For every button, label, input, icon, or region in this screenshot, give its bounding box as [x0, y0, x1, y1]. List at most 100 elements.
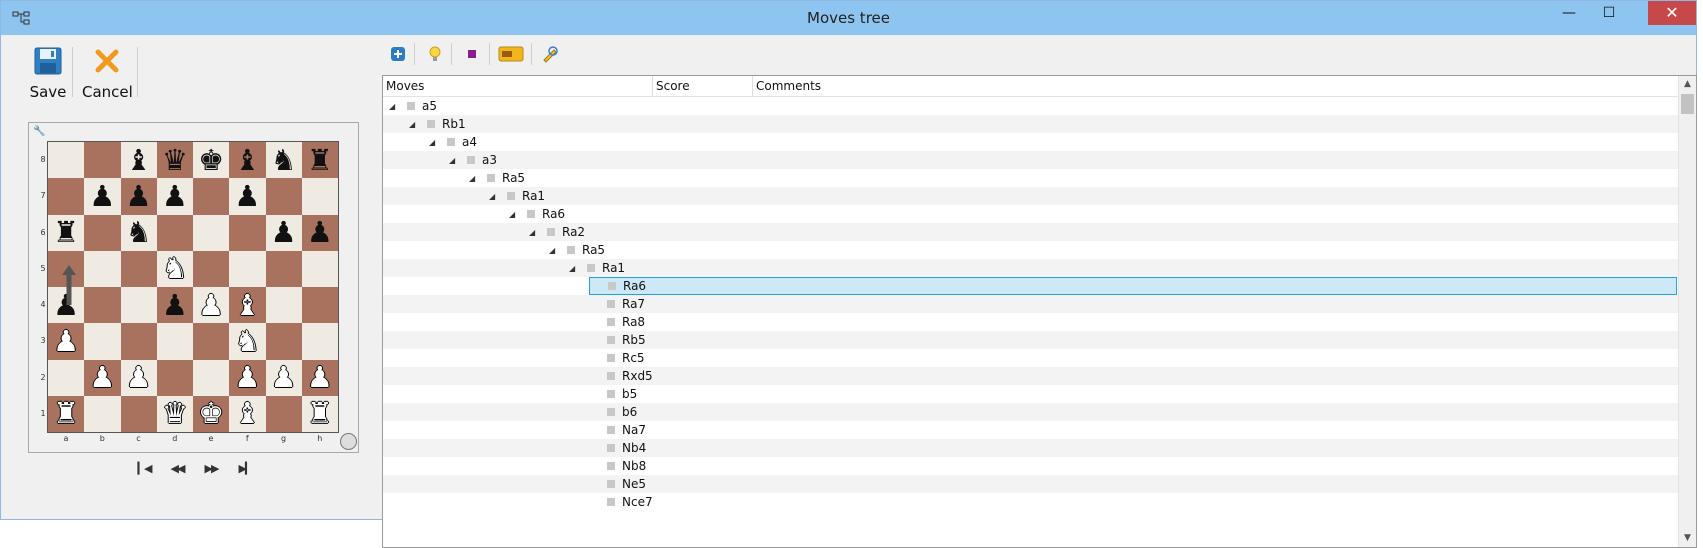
square-f1[interactable]: ♝ [229, 395, 266, 432]
minimize-button[interactable]: — [1552, 1, 1586, 25]
tree-row[interactable]: ◢ Ra1 [383, 259, 1678, 277]
square-e3[interactable] [193, 323, 230, 360]
square-f5[interactable] [229, 250, 266, 287]
tree-node[interactable]: ◢ Ra5 [549, 241, 605, 259]
lightbulb-icon[interactable] [423, 42, 447, 66]
square-a1[interactable]: ♜ [48, 395, 85, 432]
square-c4[interactable] [120, 287, 157, 324]
square-e6[interactable] [193, 214, 230, 251]
close-button[interactable]: ✕ [1648, 1, 1696, 25]
scroll-thumb[interactable] [1681, 94, 1694, 114]
square-c8[interactable]: ♝ [120, 142, 157, 179]
square-h4[interactable] [301, 287, 338, 324]
square-c6[interactable]: ♞ [120, 214, 157, 251]
tree-node[interactable]: ◢ Ra5 [469, 169, 525, 187]
square-g5[interactable] [265, 250, 302, 287]
white-pawn-icon[interactable]: ♟ [198, 290, 224, 320]
square-c1[interactable] [120, 395, 157, 432]
scroll-up-icon[interactable]: ▲ [1679, 76, 1696, 93]
tree-node[interactable]: Rc5 [589, 349, 645, 367]
tree-row[interactable]: ◢ a4 [383, 133, 1678, 151]
tree-row[interactable]: ◢ a5 [383, 97, 1678, 115]
square-d4[interactable]: ♟ [156, 287, 193, 324]
square-b7[interactable]: ♟ [84, 178, 121, 215]
square-f8[interactable]: ♝ [229, 142, 266, 179]
black-bishop-icon[interactable]: ♝ [126, 145, 152, 175]
next-move-icon[interactable]: ▶▶ [199, 459, 223, 479]
square-f3[interactable]: ♞ [229, 323, 266, 360]
square-h6[interactable]: ♟ [301, 214, 338, 251]
previous-move-icon[interactable]: ◀◀ [165, 459, 189, 479]
black-rook-icon[interactable]: ♜ [53, 218, 79, 247]
square-f7[interactable]: ♟ [229, 178, 266, 215]
tree-node[interactable]: Ra6 [589, 277, 1677, 295]
square-e2[interactable] [193, 359, 230, 396]
tree-row[interactable]: ◢ Rb1 [383, 115, 1678, 133]
square-a3[interactable]: ♟ [48, 323, 85, 360]
black-king-icon[interactable]: ♚ [198, 145, 224, 175]
tree-node[interactable]: b6 [589, 403, 637, 421]
square-c5[interactable] [120, 250, 157, 287]
black-knight-icon[interactable]: ♞ [271, 145, 297, 175]
expand-triangle-icon[interactable]: ◢ [529, 228, 538, 237]
tree-row[interactable]: ◢ Ra1 [383, 187, 1678, 205]
tree-row[interactable]: Ra7 [383, 295, 1678, 313]
tree-node[interactable]: Ra8 [589, 313, 645, 331]
black-pawn-icon[interactable]: ♟ [89, 181, 115, 211]
tree-node[interactable]: Ne5 [589, 475, 646, 493]
black-queen-icon[interactable]: ♛ [162, 145, 188, 175]
square-h1[interactable]: ♜ [301, 395, 338, 432]
expand-triangle-icon[interactable]: ◢ [569, 264, 578, 273]
tree-node[interactable]: Nb4 [589, 439, 646, 457]
tree-row[interactable]: Ne5 [383, 475, 1678, 493]
white-queen-icon[interactable]: ♛ [162, 399, 188, 428]
square-g8[interactable]: ♞ [265, 142, 302, 179]
square-e4[interactable]: ♟ [193, 287, 230, 324]
square-f4[interactable]: ♝ [229, 287, 266, 324]
square-h3[interactable] [301, 323, 338, 360]
tree-node[interactable]: ◢ a5 [389, 97, 437, 115]
scroll-down-icon[interactable]: ▼ [1679, 530, 1696, 547]
tree-node[interactable]: Na7 [589, 421, 646, 439]
white-bishop-icon[interactable]: ♝ [234, 399, 260, 428]
tree-row[interactable]: Nb8 [383, 457, 1678, 475]
expand-triangle-icon[interactable]: ◢ [409, 120, 418, 129]
tree-row[interactable]: Rxd5 [383, 367, 1678, 385]
square-b3[interactable] [84, 323, 121, 360]
white-knight-icon[interactable]: ♞ [162, 254, 188, 283]
expand-triangle-icon[interactable]: ◢ [509, 210, 518, 219]
square-b2[interactable]: ♟ [84, 359, 121, 396]
chess-board[interactable]: ♝ ♛ ♚ ♝ ♞ ♜ ♟ ♟ ♟ ♟ ♜ ♞ ♟ ♟ ♞ ♟ ♟ ♟ ♝ ♟ ♞ ♟ ♟ ♟ ♟ ♟ ♜ ♛ ♚ ♝ ♜ [47, 141, 339, 433]
square-h5[interactable] [301, 250, 338, 287]
white-rook-icon[interactable]: ♜ [307, 399, 333, 428]
black-pawn-icon[interactable]: ♟ [162, 290, 188, 320]
square-d8[interactable]: ♛ [156, 142, 193, 179]
tree-node[interactable]: Rb5 [589, 331, 646, 349]
expand-triangle-icon[interactable]: ◢ [389, 102, 398, 111]
square-a2[interactable] [48, 359, 85, 396]
tree-row[interactable]: b6 [383, 403, 1678, 421]
white-knight-icon[interactable]: ♞ [234, 326, 260, 356]
last-move-icon[interactable]: ▶▎ [233, 459, 257, 479]
square-f6[interactable] [229, 214, 266, 251]
square-h8[interactable]: ♜ [301, 142, 338, 179]
square-h2[interactable]: ♟ [301, 359, 338, 396]
white-pawn-icon[interactable]: ♟ [271, 363, 297, 392]
expand-triangle-icon[interactable]: ◢ [489, 192, 498, 201]
square-b4[interactable] [84, 287, 121, 324]
white-pawn-icon[interactable]: ♟ [53, 326, 79, 356]
tree-node[interactable]: b5 [589, 385, 637, 403]
white-pawn-icon[interactable]: ♟ [307, 363, 333, 392]
tree-node[interactable]: Nb8 [589, 457, 646, 475]
expand-triangle-icon[interactable]: ◢ [549, 246, 558, 255]
tree-node[interactable]: Rxd5 [589, 367, 653, 385]
square-a6[interactable]: ♜ [48, 214, 85, 251]
square-g3[interactable] [265, 323, 302, 360]
white-rook-icon[interactable]: ♜ [53, 399, 79, 428]
square-e7[interactable] [193, 178, 230, 215]
column-header-score[interactable]: Score [653, 76, 753, 96]
square-a8[interactable] [48, 142, 85, 179]
moves-tree[interactable]: Moves Score Comments ◢ a5 ◢ Rb1 ◢ a4 ◢ a3 ◢ Ra5 ◢ R… [382, 75, 1697, 548]
tree-node[interactable]: Ra7 [589, 295, 645, 313]
square-g6[interactable]: ♟ [265, 214, 302, 251]
